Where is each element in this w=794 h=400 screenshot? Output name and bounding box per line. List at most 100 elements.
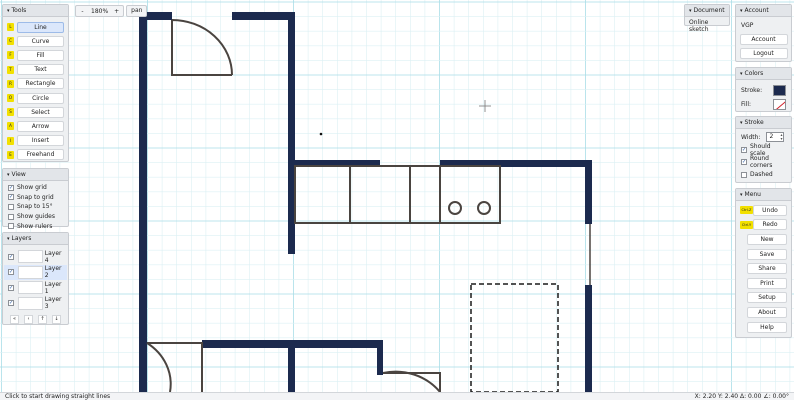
menu-row: Share	[736, 261, 791, 276]
checkbox[interactable]	[8, 203, 14, 210]
stroke-panel: ▾ Stroke Width: 2 ▴ ▾ ✓ Should scale ✓ Round c…	[735, 116, 792, 183]
layer-visibility-checkbox[interactable]: ✓	[8, 300, 14, 307]
tool-rectangle-button[interactable]: Rectangle	[17, 78, 64, 90]
view-option[interactable]: Show rulers	[8, 221, 63, 231]
tool-fill-button[interactable]: Fill	[17, 49, 64, 61]
zoom-in-button[interactable]: +	[112, 8, 121, 15]
layer-thumbnail	[18, 296, 43, 310]
door-top	[171, 19, 233, 76]
checkbox[interactable]: ✓	[8, 194, 14, 201]
layer-row[interactable]: ✓ Layer 1	[4, 280, 67, 296]
counter	[294, 165, 501, 224]
layer-name: Layer 4	[44, 249, 62, 264]
tool-freehand-button[interactable]: Freehand	[17, 149, 64, 161]
door-lower-left	[146, 342, 203, 392]
pan-button[interactable]: pan	[126, 5, 148, 17]
layer-up-button[interactable]: ‹	[24, 315, 33, 324]
checkbox[interactable]	[8, 213, 14, 220]
tools-panel-header[interactable]: ▾ Tools	[3, 5, 68, 17]
tool-arrow-button[interactable]: Arrow	[17, 120, 64, 132]
tool-line-button[interactable]: Line	[17, 21, 64, 33]
checkbox[interactable]: ✓	[741, 146, 747, 153]
stroke-option[interactable]: ✓ Round corners	[736, 155, 791, 170]
view-panel-header[interactable]: ▾ View	[3, 169, 68, 181]
menu-list: Ctrl-Z Undo Ctrl-Y Redo New Save Share Print Set…	[736, 201, 791, 334]
account-button[interactable]: Account	[739, 34, 788, 45]
layer-row[interactable]: ✓ Layer 2	[4, 264, 67, 280]
width-spinner[interactable]: ▴ ▾	[780, 133, 782, 141]
logout-button[interactable]: Logout	[739, 48, 788, 59]
tool-text-button[interactable]: Text	[17, 64, 64, 76]
zoom-out-button[interactable]: -	[78, 8, 87, 15]
shortcut-key-badge: T	[7, 65, 14, 74]
checkbox[interactable]	[741, 171, 747, 178]
menu-help-button[interactable]: Help	[747, 321, 787, 333]
layer-visibility-checkbox[interactable]: ✓	[8, 253, 14, 260]
cursor-coordinates: X: 2.20 Y: 2.40 Δ: 0.00 ∠: 0.00°	[694, 393, 789, 400]
stroke-color-swatch[interactable]	[773, 84, 786, 96]
shortcut-key-badge: F	[7, 51, 14, 60]
stroke-color-label: Stroke:	[741, 86, 763, 94]
menu-save-button[interactable]: Save	[747, 248, 787, 260]
shortcut-key-badge: Ctrl-Z	[740, 206, 753, 215]
document-item[interactable]: Online sketch	[685, 17, 729, 35]
shortcut-key-badge: O	[7, 94, 14, 103]
tool-row: E Freehand	[7, 148, 64, 162]
menu-undo-button[interactable]: Undo	[753, 204, 787, 216]
layer-row[interactable]: ✓ Layer 4	[4, 249, 67, 265]
view-option[interactable]: Snap to 15°	[8, 202, 63, 212]
document-panel-header[interactable]: ▾ Document	[685, 5, 729, 17]
account-panel-header[interactable]: ▾ Account	[736, 5, 791, 17]
checkbox[interactable]: ✓	[741, 159, 747, 166]
stroke-options: ✓ Should scale ✓ Round corners Dashed	[736, 143, 791, 182]
stroke-option-label: Dashed	[750, 171, 773, 179]
view-option-label: Show grid	[17, 184, 47, 192]
layer-visibility-checkbox[interactable]: ✓	[8, 284, 14, 291]
layer-name: Layer 3	[44, 296, 62, 311]
view-option[interactable]: Show guides	[8, 212, 63, 222]
drawing-canvas[interactable]	[0, 0, 794, 392]
menu-share-button[interactable]: Share	[747, 263, 787, 275]
menu-row: New	[736, 232, 791, 247]
stroke-panel-header[interactable]: ▾ Stroke	[736, 117, 791, 129]
layers-panel-header[interactable]: ▾ Layers	[3, 233, 68, 245]
tool-curve-button[interactable]: Curve	[17, 35, 64, 47]
colors-title: Colors	[744, 70, 764, 77]
stroke-option[interactable]: Dashed	[736, 169, 791, 182]
width-input[interactable]: 2 ▴ ▾	[766, 132, 785, 143]
layer-list: ✓ Layer 4 ✓ Layer 2 ✓ Layer 1 ✓ Layer 3	[3, 245, 68, 311]
menu-panel-header[interactable]: ▾ Menu	[736, 189, 791, 201]
layer-visibility-checkbox[interactable]: ✓	[8, 269, 14, 276]
app-name: VGP	[741, 22, 754, 29]
menu-print-button[interactable]: Print	[747, 277, 787, 289]
menu-title: Menu	[744, 191, 761, 198]
tool-select-button[interactable]: Select	[17, 106, 64, 118]
layer-move-down-button[interactable]: ↓	[52, 315, 61, 324]
menu-redo-button[interactable]: Redo	[753, 219, 787, 231]
checkbox[interactable]: ✓	[8, 184, 14, 191]
layer-move-up-button[interactable]: ↑	[38, 315, 47, 324]
menu-new-button[interactable]: New	[747, 233, 787, 245]
zoom-control: - 180% +	[75, 5, 125, 17]
checkbox[interactable]	[8, 223, 14, 230]
view-option[interactable]: ✓ Snap to grid	[8, 193, 63, 203]
colors-panel: ▾ Colors Stroke: Fill:	[735, 67, 792, 112]
stroke-option[interactable]: ✓ Should scale	[736, 143, 791, 157]
stroke-option-label: Round corners	[750, 155, 773, 170]
tool-circle-button[interactable]: Circle	[17, 92, 64, 104]
menu-about-button[interactable]: About	[747, 306, 787, 318]
status-hint: Click to start drawing straight lines	[5, 393, 111, 400]
colors-panel-header[interactable]: ▾ Colors	[736, 68, 791, 80]
tool-row: C Curve	[7, 34, 64, 48]
document-title: Document	[693, 7, 725, 14]
view-option[interactable]: ✓ Show grid	[8, 183, 63, 193]
shortcut-key-badge: A	[7, 122, 14, 131]
sink-right	[477, 201, 491, 215]
layer-top-button[interactable]: «	[10, 315, 19, 324]
tool-row: O Circle	[7, 91, 64, 105]
menu-row: Help	[736, 320, 791, 335]
layer-row[interactable]: ✓ Layer 3	[4, 296, 67, 312]
tool-insert-button[interactable]: Insert	[17, 135, 64, 147]
menu-setup-button[interactable]: Setup	[747, 292, 787, 304]
fill-color-swatch[interactable]	[773, 98, 786, 110]
